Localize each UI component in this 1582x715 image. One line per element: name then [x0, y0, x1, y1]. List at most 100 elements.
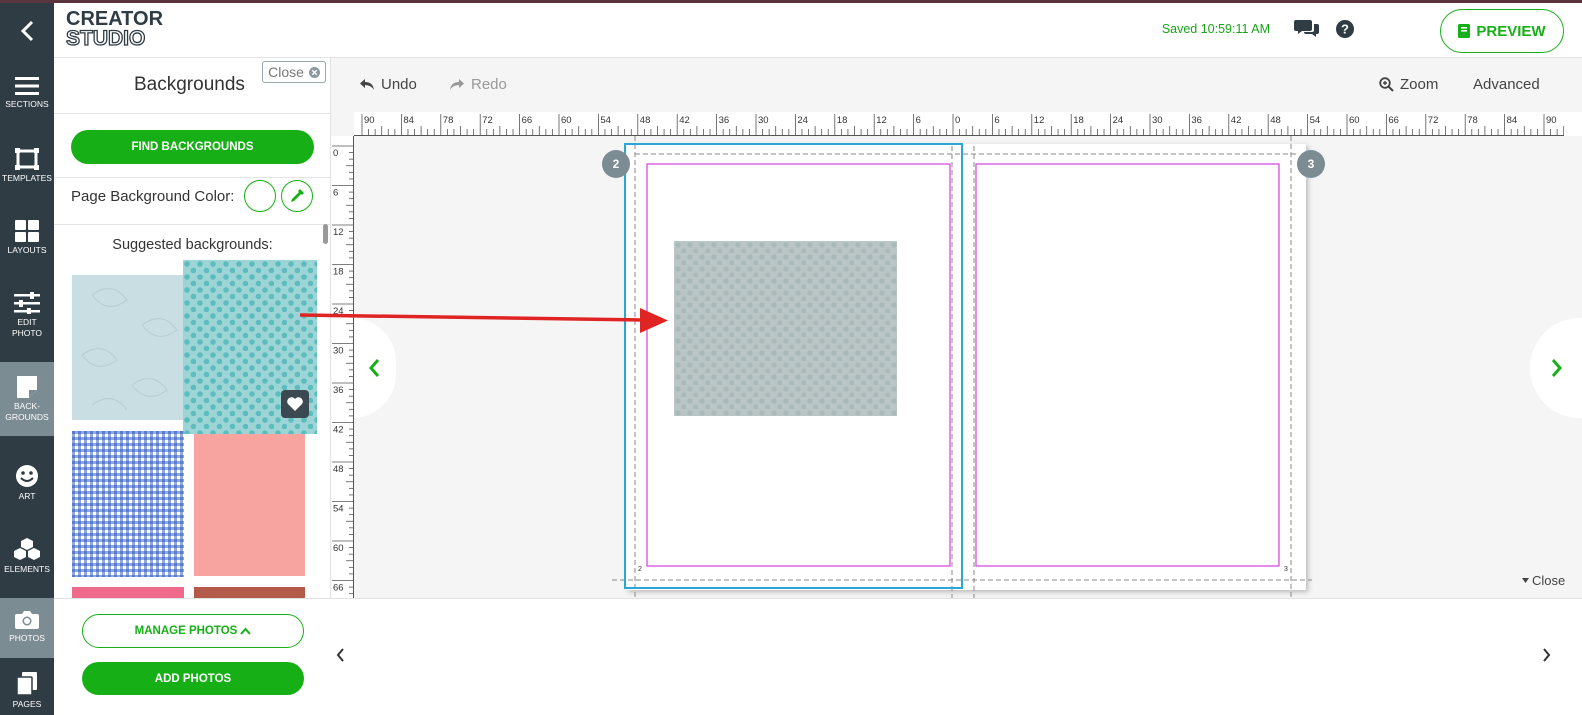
ruler-label: 6	[333, 188, 338, 199]
template-icon	[15, 148, 39, 170]
ruler-label: 48	[1270, 115, 1281, 126]
ruler-label: 66	[522, 115, 533, 126]
ruler-label: 12	[876, 115, 887, 126]
add-photos-button[interactable]: ADD PHOTOS	[82, 662, 304, 695]
page-corner-mark-right: 3	[1284, 566, 1288, 573]
nav-item-photos[interactable]: PHOTOS	[0, 598, 54, 658]
ruler-label: 0	[333, 148, 338, 159]
nav-label: EDIT PHOTO	[11, 317, 43, 338]
ruler-label: 30	[758, 115, 769, 126]
nav-item-sections[interactable]: SECTIONS	[0, 76, 54, 110]
nav-label: PAGES	[12, 699, 42, 709]
ruler-label: 24	[797, 115, 808, 126]
vertical-ruler: 0 6 12 18 24 30 36 42 48 54 60 66	[331, 136, 354, 598]
background-thumbnail-pink[interactable]	[72, 587, 184, 598]
nav-item-edit-photo[interactable]: EDIT PHOTO	[0, 292, 54, 339]
placed-background-element[interactable]	[674, 241, 897, 416]
ruler-label: 54	[1310, 115, 1321, 126]
horizontal-ruler: 90 84 78 72 66 60 54 48 42 36 30 24 18 12 6 0 6 12 18 24 30 3…	[354, 112, 1565, 136]
nav-item-layouts[interactable]: LAYOUTS	[0, 220, 54, 256]
cubes-icon	[14, 538, 40, 560]
nav-item-pages[interactable]: PAGES	[0, 672, 54, 710]
advanced-button[interactable]: Advanced	[1473, 76, 1540, 93]
leaf-pattern	[81, 288, 178, 411]
ruler-label: 54	[333, 504, 344, 515]
chat-icon[interactable]	[1294, 17, 1320, 44]
chevron-left-icon	[336, 648, 344, 662]
nav-label: ELEMENTS	[4, 564, 50, 574]
left-nav: SECTIONS TEMPLATES LAYOUTS EDIT PHOTO BA…	[0, 58, 54, 715]
redo-button[interactable]: Redo	[449, 76, 507, 93]
close-label: Close	[268, 64, 304, 80]
page-filmstrip	[331, 598, 1582, 715]
page-number-badge-left: 2	[602, 150, 630, 178]
nav-item-templates[interactable]: TEMPLATES	[0, 148, 54, 184]
nav-label: ART	[18, 491, 36, 501]
nav-label: SECTIONS	[5, 99, 49, 109]
note-icon	[17, 376, 37, 398]
background-thumbnail-polka-dot[interactable]	[183, 260, 317, 434]
find-backgrounds-button[interactable]: FIND BACKGROUNDS	[71, 130, 314, 164]
nav-item-art[interactable]: ART	[0, 464, 54, 502]
ruler-label: 24	[1113, 115, 1124, 126]
eyedropper-button[interactable]	[281, 180, 313, 212]
divider	[54, 177, 330, 178]
ruler-label: 60	[561, 115, 572, 126]
canvas-close-toggle[interactable]: Close	[1522, 573, 1565, 588]
background-thumbnail-rust[interactable]	[194, 587, 305, 598]
editor-canvas: 2 3 2 3 Close	[354, 136, 1582, 598]
manage-photos-label: MANAGE PHOTOS	[134, 625, 238, 637]
nav-item-elements[interactable]: ELEMENTS	[0, 537, 54, 575]
spread-guides	[612, 136, 1312, 598]
camera-icon	[15, 611, 39, 629]
editor-toolbar: Undo Redo Zoom Advanced	[331, 58, 1582, 112]
ruler-label: 72	[482, 115, 493, 126]
redo-label: Redo	[471, 76, 507, 93]
photos-area: MANAGE PHOTOS ADD PHOTOS	[54, 598, 331, 715]
panel-scrollbar[interactable]	[323, 224, 328, 244]
page-number-badge-right: 3	[1297, 150, 1325, 178]
nav-label: PHOTOS	[9, 633, 45, 643]
nav-label: TEMPLATES	[2, 173, 52, 183]
filmstrip-prev-button[interactable]	[331, 643, 349, 667]
ruler-label: 18	[1073, 115, 1084, 126]
nav-item-backgrounds[interactable]: BACK-GROUNDS	[0, 362, 54, 436]
preview-button[interactable]: PREVIEW	[1440, 9, 1564, 53]
panel-title: Backgrounds	[134, 74, 245, 95]
undo-button[interactable]: Undo	[359, 76, 417, 93]
back-button[interactable]	[0, 3, 54, 58]
ruler-label: 6	[916, 115, 921, 126]
chevron-left-icon	[20, 20, 34, 41]
preview-label: PREVIEW	[1476, 22, 1546, 40]
filmstrip-next-button[interactable]	[1537, 643, 1555, 667]
suggested-backgrounds-label: Suggested backgrounds:	[112, 237, 273, 253]
zoom-button[interactable]: Zoom	[1379, 76, 1438, 93]
close-panel-button[interactable]: Close	[262, 61, 326, 83]
horizontal-ruler-graphic: 90 84 78 72 66 60 54 48 42 36 30 24 18 12 6 0 6 12 18 24 30 3…	[354, 114, 1565, 136]
ruler-label: 54	[600, 115, 611, 126]
page-background-color-swatch[interactable]	[244, 180, 276, 212]
window-top-border	[0, 0, 1582, 3]
hamburger-icon	[15, 77, 39, 95]
ruler-label: 78	[443, 115, 454, 126]
ruler-label: 12	[333, 227, 344, 238]
ruler-label: 36	[719, 115, 730, 126]
close-circle-icon	[308, 66, 320, 78]
background-thumbnail[interactable]	[72, 275, 184, 420]
ruler-label: 36	[333, 385, 344, 396]
ruler-label: 66	[333, 583, 344, 594]
ruler-label: 30	[333, 346, 344, 357]
favorite-button[interactable]	[281, 390, 309, 418]
background-thumbnail-coral[interactable]	[194, 434, 305, 576]
page-background-color-label: Page Background Color:	[71, 188, 235, 205]
help-icon[interactable]: ?	[1336, 20, 1354, 43]
ruler-label: 90	[364, 115, 375, 126]
ruler-label: 18	[837, 115, 848, 126]
book-icon	[1458, 24, 1471, 38]
background-thumbnail-gingham[interactable]	[72, 431, 184, 577]
chevron-right-icon	[1542, 648, 1550, 662]
vertical-ruler-graphic: 0 6 12 18 24 30 36 42 48 54 60 66	[332, 136, 354, 598]
ruler-label: 30	[1152, 115, 1163, 126]
manage-photos-button[interactable]: MANAGE PHOTOS	[82, 614, 304, 648]
app-logo: CREATOR STUDIO	[65, 9, 163, 50]
